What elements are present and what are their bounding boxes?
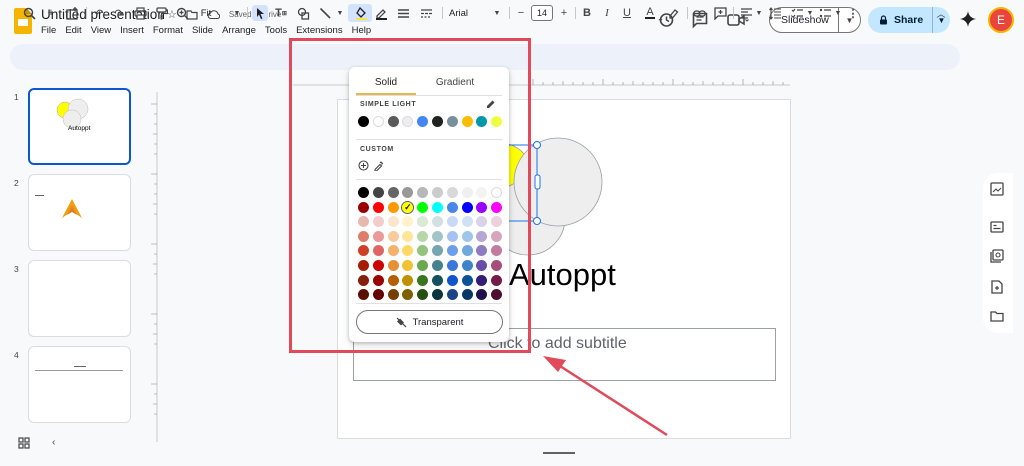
select-cursor-icon[interactable] (252, 5, 268, 21)
new-slide-plus-icon[interactable]: + (44, 5, 58, 21)
checklist-chevron-down-icon[interactable]: ▼ (806, 5, 814, 21)
annotation-highlight-box (289, 38, 531, 353)
border-color-icon[interactable] (374, 5, 388, 21)
menu-view[interactable]: View (91, 25, 111, 36)
zoom-select[interactable]: Fit (196, 5, 216, 21)
orange-logo-image (62, 199, 82, 218)
italic-icon[interactable]: I (601, 5, 613, 21)
checklist-icon[interactable] (790, 5, 804, 21)
slide-number-4: 4 (14, 350, 19, 360)
search-menus-icon[interactable] (22, 5, 36, 21)
menu-arrange[interactable]: Arrange (222, 25, 256, 36)
new-slide-layout-icon[interactable] (64, 5, 80, 21)
bulleted-list-icon[interactable] (818, 5, 832, 21)
line-spacing-icon[interactable] (768, 5, 782, 21)
slide-number-3: 3 (14, 264, 19, 274)
highlight-color-icon[interactable] (666, 5, 680, 21)
paint-format-icon[interactable] (154, 5, 168, 21)
line-chevron-down-icon[interactable]: ▼ (336, 5, 344, 21)
gemini-sparkle-icon[interactable] (960, 11, 976, 27)
menu-bar: File Edit View Insert Format Slide Arran… (41, 25, 371, 36)
zoom-chevron-down-icon[interactable]: ▼ (232, 5, 242, 21)
slide-image-icon[interactable] (990, 182, 1004, 196)
slide-number-2: 2 (14, 178, 19, 188)
menu-tools[interactable]: Tools (265, 25, 287, 36)
zoom-icon[interactable] (175, 5, 189, 21)
menu-help[interactable]: Help (352, 25, 372, 36)
line-icon[interactable] (318, 5, 332, 21)
font-size-input[interactable]: 14 (531, 5, 553, 21)
fill-color-icon[interactable] (354, 5, 368, 21)
menu-extensions[interactable]: Extensions (296, 25, 342, 36)
menu-file[interactable]: File (41, 25, 56, 36)
menu-format[interactable]: Format (153, 25, 183, 36)
slide-thumbnail-2[interactable]: ▬▬▬ (28, 174, 131, 251)
border-weight-icon[interactable] (396, 5, 410, 21)
thumbnail-title: Autoppt (68, 125, 91, 132)
decrease-font-size-icon[interactable]: − (515, 5, 527, 21)
underline-icon[interactable]: U (621, 5, 633, 21)
more-options-icon[interactable]: ⋮ (848, 5, 859, 21)
thumbnail-small-text: ▬▬▬ (35, 193, 44, 197)
align-chevron-down-icon[interactable]: ▼ (755, 5, 763, 21)
share-label: Share (894, 14, 924, 26)
thumbnail-heading-line (74, 366, 86, 367)
insert-comment-icon[interactable] (713, 5, 727, 21)
slide-thumbnail-1[interactable]: Autoppt (28, 88, 131, 165)
bullets-chevron-down-icon[interactable]: ▼ (834, 5, 842, 21)
insert-link-icon[interactable] (692, 5, 706, 21)
collapse-toolbar-chevron-up-icon[interactable]: ︿ (935, 5, 947, 21)
grid-view-icon[interactable] (18, 437, 30, 449)
lock-icon (880, 15, 887, 25)
border-dash-icon[interactable] (419, 5, 433, 21)
print-icon[interactable] (133, 5, 147, 21)
keep-notes-icon[interactable] (990, 220, 1004, 234)
vertical-ruler (151, 92, 158, 442)
menu-slide[interactable]: Slide (192, 25, 213, 36)
bold-icon[interactable]: B (581, 5, 593, 21)
align-icon[interactable] (739, 5, 753, 21)
collapse-filmstrip-chevron-left-icon[interactable]: ‹ (52, 437, 55, 448)
slides-library-icon[interactable] (990, 249, 1004, 263)
text-box-icon[interactable]: T ⊞ (274, 5, 288, 21)
slide-thumbnail-4[interactable] (28, 346, 131, 423)
slide-number-1: 1 (14, 92, 19, 102)
speaker-notes-drag-handle[interactable] (543, 452, 575, 454)
text-color-icon[interactable]: A (643, 5, 657, 21)
redo-icon[interactable]: ↷ (112, 5, 126, 21)
menu-insert[interactable]: Insert (120, 25, 144, 36)
menu-edit[interactable]: Edit (65, 25, 81, 36)
folder-icon[interactable] (990, 309, 1004, 323)
font-select[interactable]: Arial (449, 5, 477, 21)
account-avatar[interactable]: E (988, 7, 1014, 33)
thumbnail-body-line (35, 370, 123, 371)
increase-font-size-icon[interactable]: + (558, 5, 570, 21)
image-icon[interactable] (296, 5, 310, 21)
insert-file-icon[interactable] (990, 280, 1004, 294)
undo-icon[interactable]: ↶ (92, 5, 106, 21)
font-chevron-down-icon[interactable]: ▼ (493, 5, 501, 21)
slide-thumbnail-3[interactable] (28, 260, 131, 337)
